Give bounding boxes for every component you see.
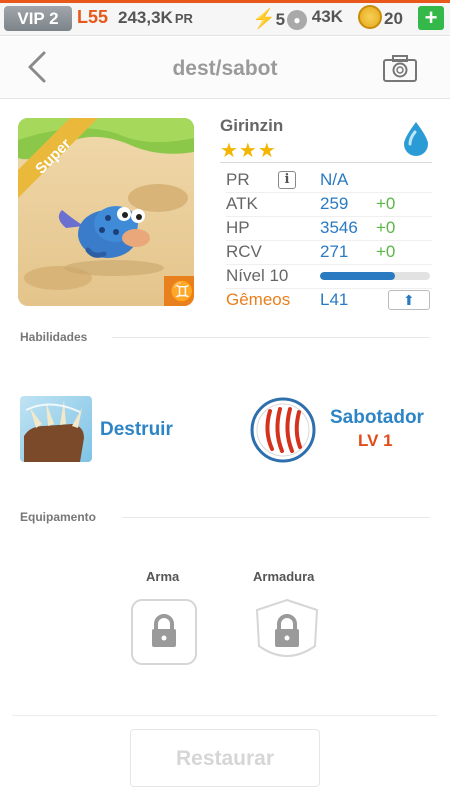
- food-value: 43K: [311, 7, 343, 26]
- nav-bar: dest/sabot: [0, 37, 450, 99]
- lock-icon: [255, 598, 319, 657]
- player-level: L55: [77, 7, 109, 27]
- skill-saboteur-name[interactable]: Sabotador: [330, 407, 424, 429]
- upgrade-button[interactable]: ⬆: [388, 290, 430, 310]
- monster-portrait[interactable]: Super ♊: [18, 118, 194, 306]
- skill-saboteur-level: LV 1: [358, 431, 393, 450]
- stat-bonus: +0: [376, 194, 396, 213]
- weapon-label: Arma: [146, 569, 180, 584]
- lightning-icon: ⚡: [252, 9, 276, 30]
- twins-label: Gêmeos: [226, 290, 291, 309]
- stat-label: ATK: [226, 194, 258, 213]
- abilities-section-title: Habilidades: [20, 330, 88, 344]
- stat-value: 259: [320, 194, 349, 213]
- stat-value: 3546: [320, 218, 358, 237]
- vip-badge[interactable]: VIP 2: [4, 6, 72, 31]
- footer-divider: [12, 715, 438, 716]
- skill-saboteur-icon[interactable]: [250, 397, 316, 463]
- stat-bonus: +0: [376, 242, 396, 261]
- armor-label: Armadura: [253, 569, 315, 584]
- section-divider: [122, 517, 430, 518]
- star-rating: ★★★: [220, 140, 277, 162]
- stat-label: PR: [226, 170, 250, 189]
- row-divider: [226, 240, 432, 241]
- player-power: 243,3K PR: [118, 8, 193, 28]
- monster-portrait-art: [18, 118, 194, 306]
- stat-row-atk: ATK 259 +0: [220, 192, 432, 216]
- player-power-value: 243,3K: [118, 8, 173, 27]
- camera-button[interactable]: [382, 53, 418, 83]
- coin-icon: [358, 5, 382, 29]
- restore-button[interactable]: Restaurar: [130, 729, 320, 787]
- energy-counter[interactable]: ⚡5: [252, 7, 285, 31]
- row-divider: [226, 264, 432, 265]
- food-counter[interactable]: ● 43K: [287, 7, 357, 30]
- stat-label: HP: [226, 218, 250, 237]
- stats-divider: [220, 162, 432, 163]
- twins-value: L41: [320, 290, 349, 309]
- energy-value: 5: [275, 10, 286, 29]
- level-label: Nível 10: [226, 266, 289, 285]
- stat-bonus: +0: [376, 218, 396, 237]
- row-divider: [226, 216, 432, 217]
- camera-icon: [383, 55, 417, 82]
- monster-name: Girinzin: [220, 116, 284, 135]
- stat-value: N/A: [320, 170, 349, 189]
- status-bar: VIP 2 L55 243,3K PR ⚡5 ● 43K 20 +: [0, 0, 450, 36]
- stat-label: RCV: [226, 242, 262, 261]
- stat-value: 271: [320, 242, 349, 261]
- skill-destroy-name[interactable]: Destruir: [100, 419, 173, 441]
- status-accent-line: [0, 0, 450, 3]
- lock-icon: [131, 599, 197, 665]
- skill-destroy-icon[interactable]: [20, 396, 92, 462]
- equipment-section-title: Equipamento: [20, 510, 97, 524]
- info-icon[interactable]: i: [278, 171, 296, 189]
- stat-row-twins: Gêmeos L41 ⬆: [220, 288, 432, 312]
- player-power-unit: PR: [174, 11, 193, 26]
- add-currency-button[interactable]: +: [418, 6, 444, 30]
- row-divider: [226, 192, 432, 193]
- armor-slot[interactable]: [253, 598, 321, 673]
- level-progress-fill: [320, 272, 395, 280]
- row-divider: [226, 288, 432, 289]
- section-divider: [112, 337, 430, 338]
- level-progress-bar: [320, 272, 430, 280]
- stat-row-hp: HP 3546 +0: [220, 216, 432, 240]
- weapon-slot[interactable]: [130, 598, 198, 673]
- stat-row-rcv: RCV 271 +0: [220, 240, 432, 264]
- coin-value: 20: [384, 9, 403, 28]
- paw-icon: ●: [287, 10, 307, 30]
- water-element-icon: [400, 120, 432, 156]
- stat-row-pr: PR i N/A: [220, 168, 432, 192]
- stat-row-level: Nível 10: [220, 264, 432, 288]
- zodiac-sign-icon: ♊: [170, 281, 194, 303]
- arrow-up-icon: ⬆: [403, 292, 415, 308]
- coin-counter[interactable]: 20: [358, 5, 403, 29]
